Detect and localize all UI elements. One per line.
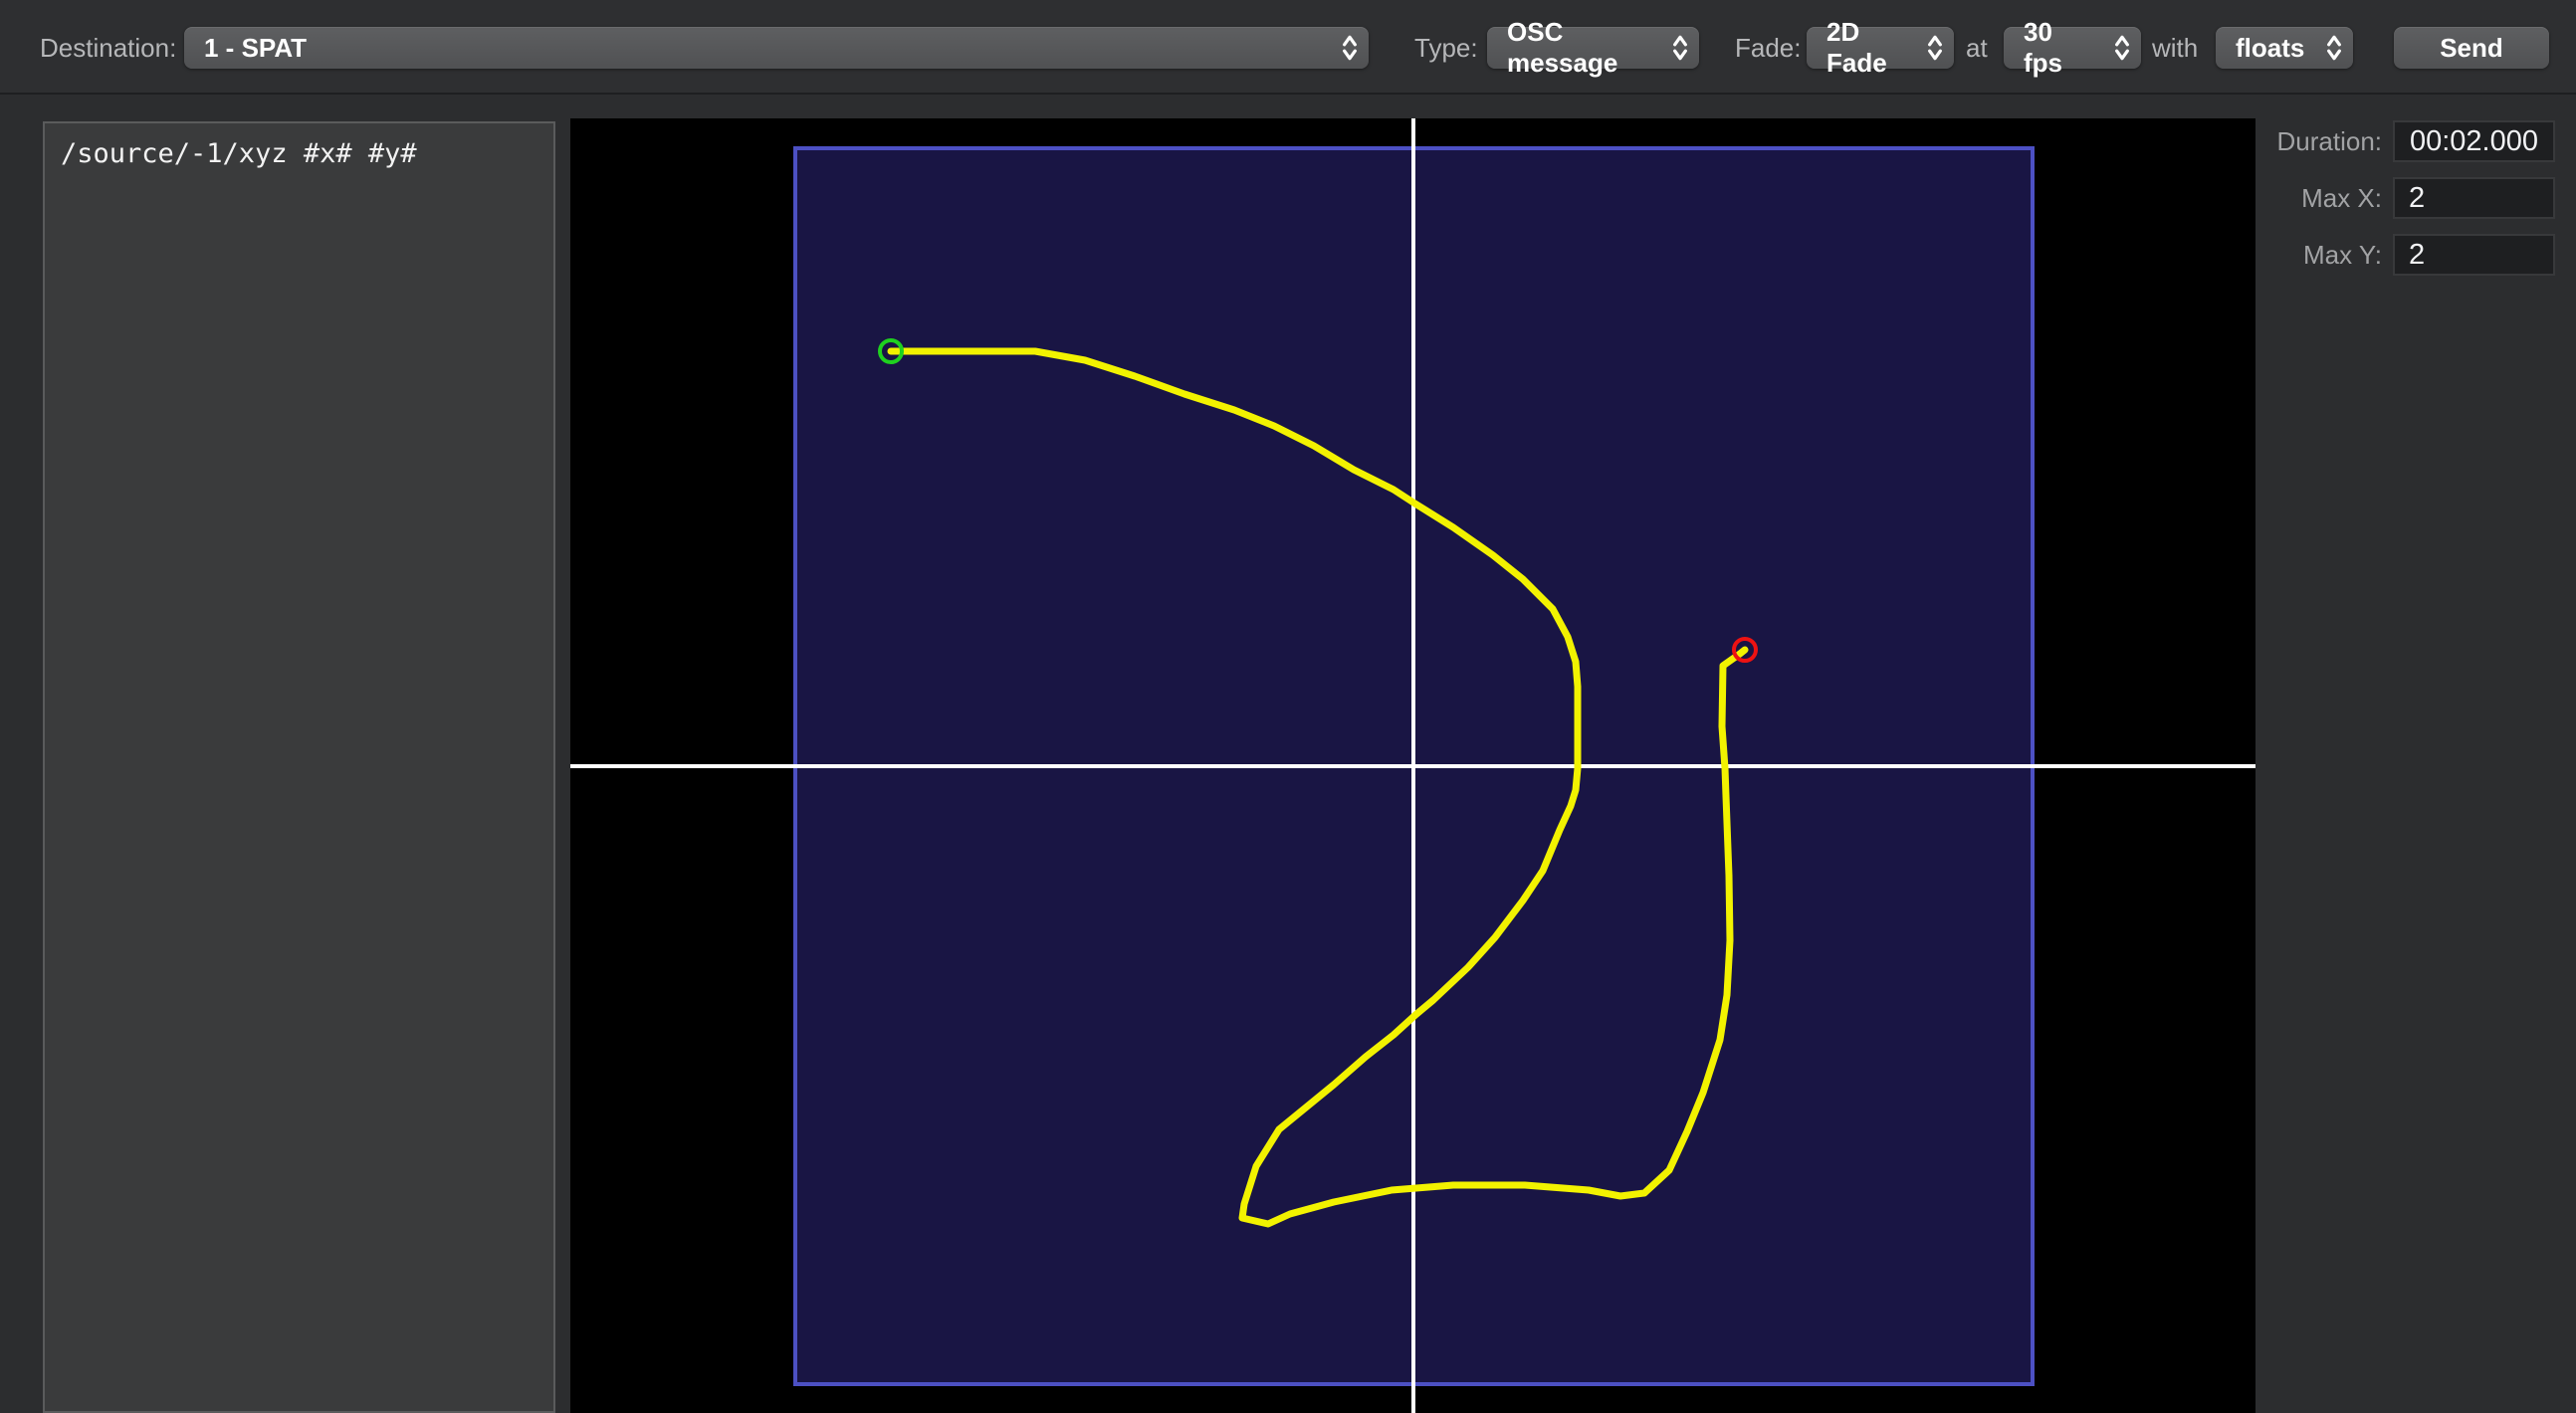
send-button[interactable]: Send	[2394, 27, 2549, 69]
fade-dropdown-value: 2D Fade	[1826, 17, 1887, 78]
trajectory-canvas[interactable]	[570, 118, 2255, 1413]
type-label: Type:	[1414, 33, 1478, 63]
max-y-label: Max Y:	[2302, 239, 2382, 270]
max-x-field[interactable]: 2	[2393, 177, 2555, 219]
destination-label: Destination:	[40, 33, 177, 63]
stepper-arrows-icon	[1673, 35, 1687, 61]
fade-dropdown[interactable]: 2D Fade	[1807, 17, 1954, 78]
osc-message-editor[interactable]: /source/-1/xyz #x# #y#	[43, 121, 555, 1413]
duration-label: Duration:	[2276, 125, 2383, 156]
destination-dropdown[interactable]: 1 - SPAT	[184, 27, 1369, 69]
stepper-arrows-icon	[1343, 35, 1357, 61]
format-dropdown-value: floats	[2236, 32, 2305, 63]
toolbar: Destination: 1 - SPAT Type: OSC message …	[0, 0, 2576, 95]
fade-label: Fade:	[1735, 33, 1802, 63]
stepper-arrows-icon	[2327, 35, 2341, 61]
max-x-label: Max X:	[2301, 182, 2382, 213]
stepper-arrows-icon	[1928, 35, 1942, 61]
max-y-field[interactable]: 2	[2393, 234, 2555, 276]
fps-dropdown-value: 30 fps	[2024, 17, 2062, 78]
destination-dropdown-value: 1 - SPAT	[204, 32, 308, 63]
format-dropdown[interactable]: floats	[2216, 27, 2353, 69]
at-label: at	[1966, 33, 1988, 63]
type-dropdown-value: OSC message	[1507, 17, 1618, 78]
with-label: with	[2152, 33, 2199, 63]
duration-field[interactable]: 00:02.000	[2393, 120, 2555, 162]
trajectory-svg	[570, 118, 2255, 1413]
stepper-arrows-icon	[2115, 35, 2129, 61]
type-dropdown[interactable]: OSC message	[1487, 17, 1699, 78]
fps-dropdown[interactable]: 30 fps	[2004, 17, 2141, 78]
